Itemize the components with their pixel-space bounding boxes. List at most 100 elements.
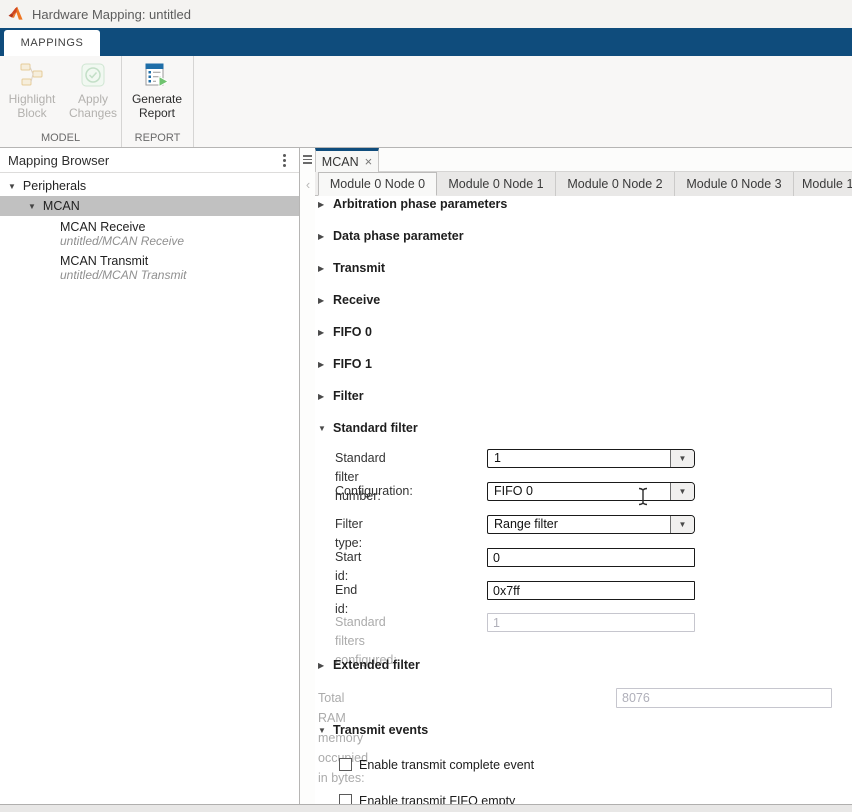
tree-item-peripherals[interactable]: ▼ Peripherals: [0, 176, 299, 196]
tree-label: Peripherals: [23, 179, 86, 193]
dropdown-button[interactable]: ▼: [670, 516, 694, 533]
highlight-block-label: Highlight Block: [3, 92, 61, 120]
apply-changes-label: Apply Changes: [64, 92, 122, 120]
field-label: Total RAM memory occupied in bytes:: [318, 688, 368, 788]
field-label: Configuration:: [335, 482, 413, 501]
document-tab-mcan[interactable]: MCAN ×: [315, 148, 379, 172]
tree-label: MCAN Transmit: [60, 254, 148, 268]
mapping-browser-panel: Mapping Browser ▼ Peripherals ▼ MCAN MCA…: [0, 148, 300, 804]
tab-module-1[interactable]: Module 1: [794, 172, 852, 196]
horizontal-scrollbar[interactable]: [0, 804, 852, 812]
checkbox-row-transmit-complete: Enable transmit complete event: [339, 757, 534, 772]
dropdown-button[interactable]: ▼: [670, 450, 694, 467]
tab-module-0-node-0[interactable]: Module 0 Node 0: [318, 172, 437, 196]
tree-sublabel: untitled/MCAN Transmit: [60, 268, 186, 282]
apply-changes-icon: [79, 61, 107, 89]
section-filter[interactable]: ▶ Filter: [318, 388, 364, 404]
generate-report-button[interactable]: Generate Report: [128, 61, 186, 120]
checkbox-label: Enable transmit FIFO empty: [359, 794, 515, 805]
standard-filters-configured-input: [487, 613, 695, 632]
section-label: Filter: [333, 389, 364, 403]
dropdown-value: FIFO 0: [488, 483, 670, 500]
document-tab-label: MCAN: [322, 155, 359, 169]
tree-label: MCAN: [43, 199, 80, 213]
chevron-down-icon: ▼: [28, 202, 36, 211]
section-label: Receive: [333, 293, 380, 307]
chevron-down-icon: ▼: [318, 424, 327, 433]
dropdown-value: 1: [488, 450, 670, 467]
chevron-right-icon: ▶: [318, 328, 327, 337]
tab-module-0-node-3[interactable]: Module 0 Node 3: [675, 172, 794, 196]
section-extended-filter[interactable]: ▶ Extended filter: [318, 657, 420, 673]
dropdown-value: Range filter: [488, 516, 670, 533]
apply-changes-button[interactable]: Apply Changes: [64, 61, 122, 120]
matlab-logo-icon: [8, 6, 24, 22]
section-transmit-events[interactable]: ▼ Transmit events: [318, 722, 428, 738]
section-label: Extended filter: [333, 658, 420, 672]
section-label: Standard filter: [333, 421, 418, 435]
chevron-down-icon: ▼: [679, 487, 687, 496]
standard-filter-number-dropdown[interactable]: 1 ▼: [487, 449, 695, 468]
parameters-pane: ▶ Arbitration phase parameters ▶ Data ph…: [315, 196, 852, 804]
filter-type-dropdown[interactable]: Range filter ▼: [487, 515, 695, 534]
toolbar-group-model: Highlight Block Apply Changes MODEL: [0, 56, 122, 147]
document-panel: MCAN × Module 0 Node 0 Module 0 Node 1 M…: [315, 148, 852, 804]
section-fifo-0[interactable]: ▶ FIFO 0: [318, 324, 372, 340]
tab-module-0-node-2[interactable]: Module 0 Node 2: [556, 172, 675, 196]
tree-sublabel: untitled/MCAN Receive: [60, 234, 184, 248]
chevron-right-icon: ▶: [318, 661, 327, 670]
ribbon-strip: MAPPINGS: [0, 28, 852, 56]
tree-item-mcan[interactable]: ▼ MCAN: [0, 196, 299, 216]
chevron-right-icon: ▶: [318, 360, 327, 369]
section-label: FIFO 0: [333, 325, 372, 339]
kebab-menu-icon[interactable]: [278, 151, 291, 170]
enable-transmit-fifo-empty-checkbox[interactable]: [339, 794, 352, 804]
highlight-block-button[interactable]: Highlight Block: [3, 61, 61, 120]
mapping-browser-header: Mapping Browser: [0, 148, 299, 173]
group-label-report: REPORT: [122, 132, 193, 144]
generate-report-label: Generate Report: [128, 92, 186, 120]
end-id-input[interactable]: [487, 581, 695, 600]
highlight-block-icon: [18, 61, 46, 89]
chevron-down-icon: ▼: [8, 182, 16, 191]
section-fifo-1[interactable]: ▶ FIFO 1: [318, 356, 372, 372]
document-tab-bar: [315, 148, 852, 172]
hardware-mapping-window: Hardware Mapping: untitled MAPPINGS High…: [0, 0, 852, 812]
toolbar-group-report: Generate Report REPORT: [122, 56, 194, 147]
section-transmit[interactable]: ▶ Transmit: [318, 260, 385, 276]
mapping-browser-title: Mapping Browser: [8, 153, 109, 168]
section-standard-filter[interactable]: ▼ Standard filter: [318, 420, 418, 436]
chevron-right-icon: ▶: [318, 392, 327, 401]
dropdown-button[interactable]: ▼: [670, 483, 694, 500]
start-id-input[interactable]: [487, 548, 695, 567]
checkbox-label: Enable transmit complete event: [359, 758, 534, 772]
section-label: Data phase parameter: [333, 229, 464, 243]
panel-splitter[interactable]: ‹: [300, 148, 315, 804]
toolbar: Highlight Block Apply Changes MODEL: [0, 56, 852, 148]
tab-mappings[interactable]: MAPPINGS: [4, 30, 100, 56]
section-label: Arbitration phase parameters: [333, 197, 507, 211]
total-ram-input: [616, 688, 832, 708]
node-tab-bar: Module 0 Node 0 Module 0 Node 1 Module 0…: [315, 172, 852, 196]
chevron-right-icon: ▶: [318, 232, 327, 241]
section-data-phase-parameter[interactable]: ▶ Data phase parameter: [318, 228, 464, 244]
chevron-down-icon: ▼: [318, 726, 327, 735]
chevron-right-icon: ▶: [318, 200, 327, 209]
chevron-down-icon: ▼: [679, 454, 687, 463]
section-label: Transmit events: [333, 723, 428, 737]
chevron-right-icon: ▶: [318, 264, 327, 273]
section-receive[interactable]: ▶ Receive: [318, 292, 380, 308]
generate-report-icon: [143, 61, 171, 89]
section-label: FIFO 1: [333, 357, 372, 371]
chevron-down-icon: ▼: [679, 520, 687, 529]
tab-module-0-node-1[interactable]: Module 0 Node 1: [437, 172, 556, 196]
tab-scroll-left-icon[interactable]: ‹: [302, 174, 314, 194]
enable-transmit-complete-checkbox[interactable]: [339, 758, 352, 771]
group-label-model: MODEL: [0, 132, 121, 144]
configuration-dropdown[interactable]: FIFO 0 ▼: [487, 482, 695, 501]
splitter-handle-icon[interactable]: [303, 155, 312, 164]
section-arbitration-phase-parameters[interactable]: ▶ Arbitration phase parameters: [318, 196, 507, 212]
close-icon[interactable]: ×: [365, 155, 373, 168]
window-title: Hardware Mapping: untitled: [32, 7, 191, 22]
tree-label: MCAN Receive: [60, 220, 145, 234]
